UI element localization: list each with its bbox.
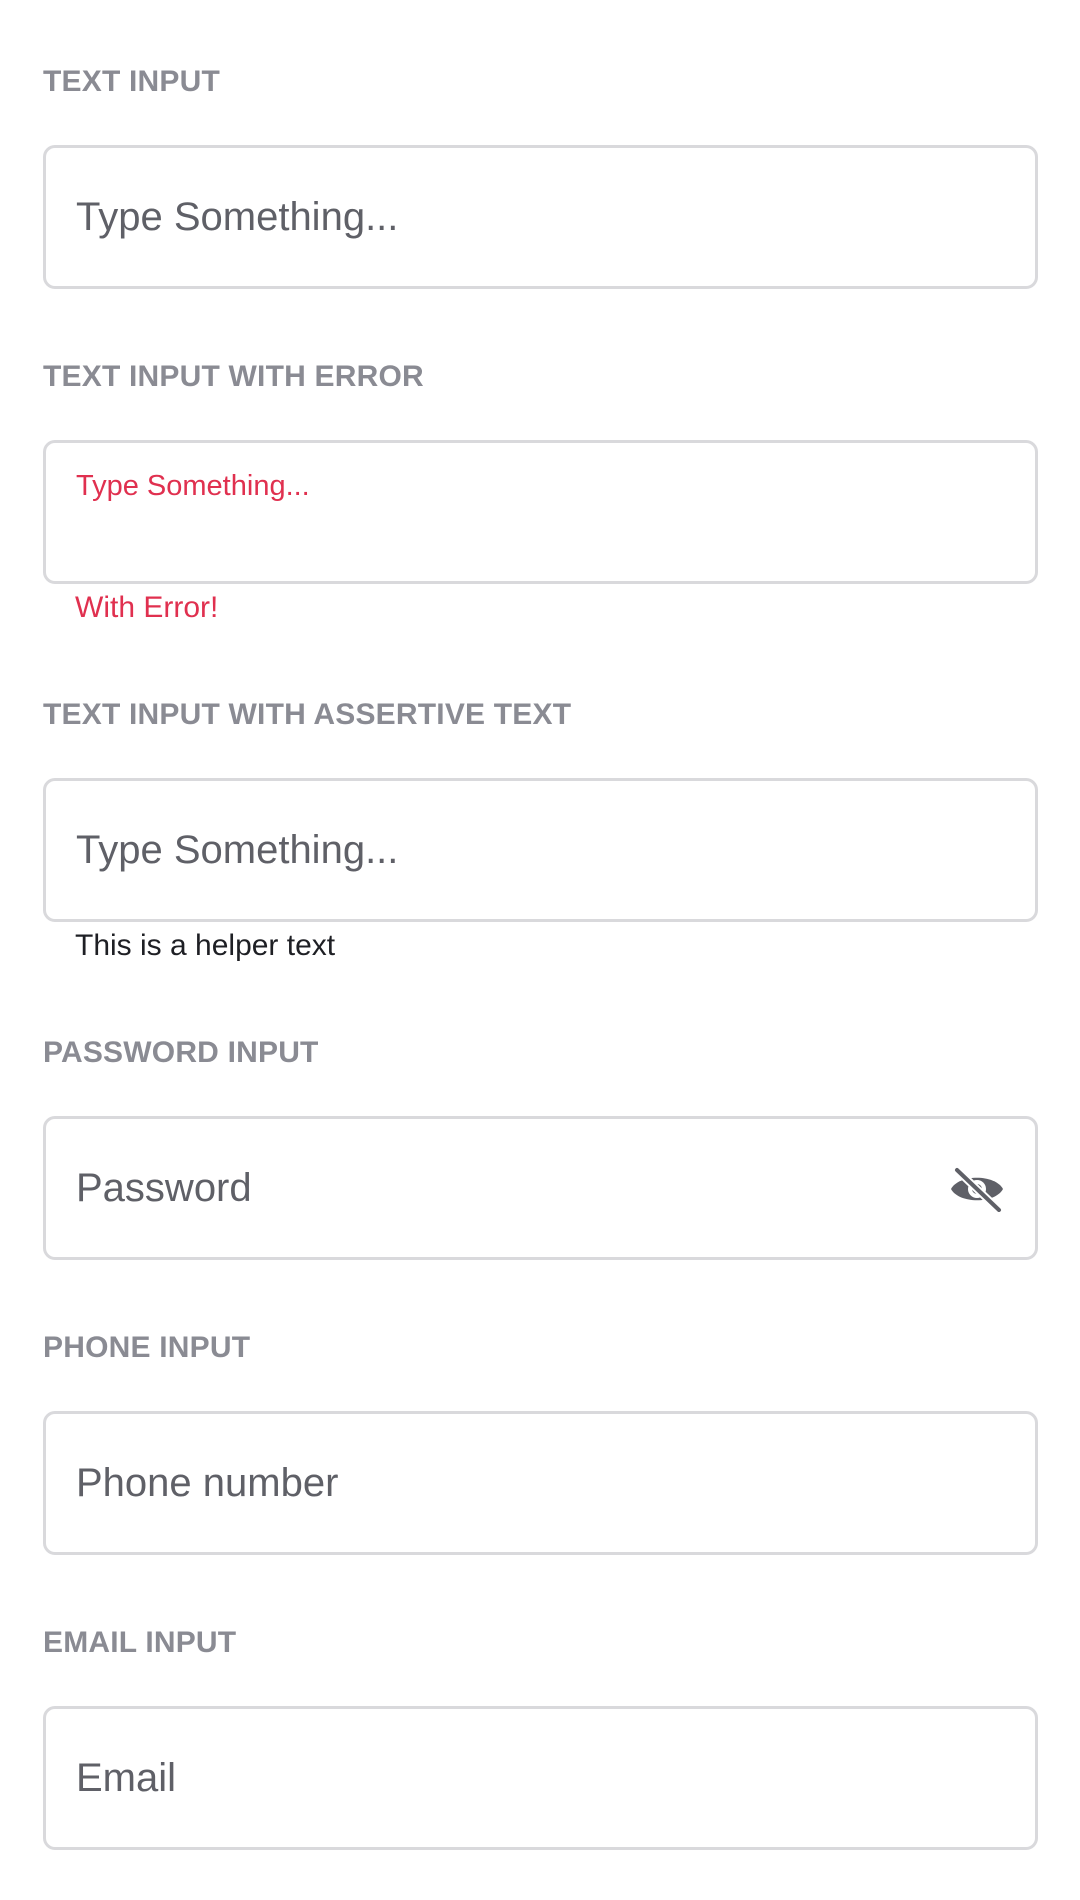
password-input-label: PASSWORD INPUT — [43, 1036, 319, 1069]
phone-input-field[interactable] — [43, 1411, 1038, 1555]
eye-off-icon[interactable] — [947, 1166, 1007, 1214]
text-input-assertive-field[interactable] — [43, 778, 1038, 922]
text-input-error-field[interactable] — [43, 440, 1038, 584]
error-message: With Error! — [75, 591, 219, 624]
text-input-error-label: TEXT INPUT WITH ERROR — [43, 360, 424, 393]
text-input-assertive-label: TEXT INPUT WITH ASSERTIVE TEXT — [43, 698, 572, 731]
password-input[interactable] — [76, 1119, 956, 1257]
text-input-field[interactable] — [43, 145, 1038, 289]
email-input[interactable] — [76, 1709, 956, 1847]
text-input-label: TEXT INPUT — [43, 65, 221, 98]
text-input-error[interactable] — [76, 463, 956, 509]
email-input-field[interactable] — [43, 1706, 1038, 1850]
email-input-label: EMAIL INPUT — [43, 1626, 237, 1659]
helper-text: This is a helper text — [75, 929, 336, 962]
text-input[interactable] — [76, 148, 956, 286]
password-input-field[interactable] — [43, 1116, 1038, 1260]
phone-input-label: PHONE INPUT — [43, 1331, 251, 1364]
phone-input[interactable] — [76, 1414, 956, 1552]
text-input-assertive[interactable] — [76, 781, 956, 919]
